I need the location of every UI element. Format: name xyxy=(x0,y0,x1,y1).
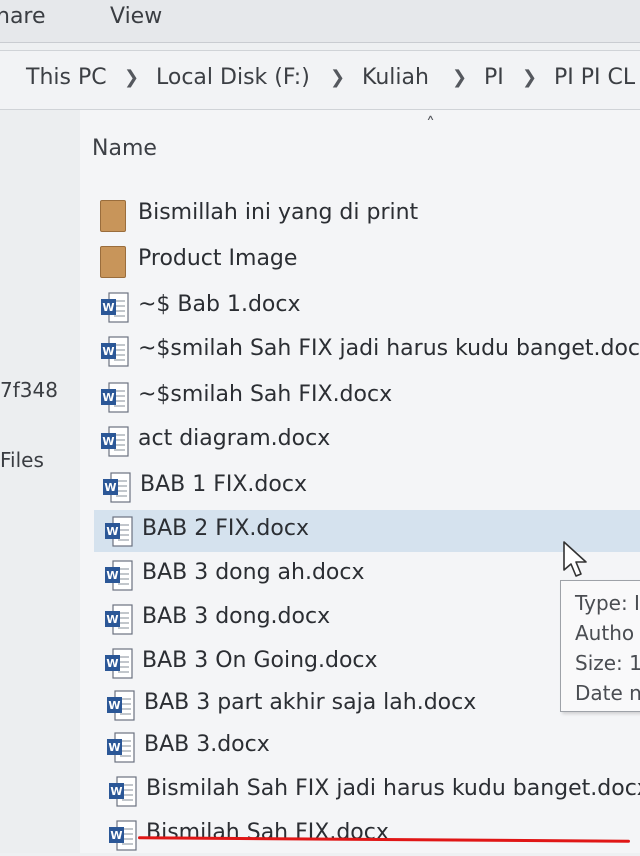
file-name-label: ~$smilah Sah FIX jadi harus kudu banget.… xyxy=(138,336,640,361)
word-document-icon: W xyxy=(104,648,134,680)
word-document-icon: W xyxy=(106,732,136,764)
file-name-label: BAB 3 dong.docx xyxy=(142,604,331,629)
mouse-cursor-icon xyxy=(563,541,587,577)
folder-row[interactable]: Bismillah ini yang di print xyxy=(98,194,640,236)
file-name-label: Bismilah Sah FIX jadi harus kudu banget.… xyxy=(146,776,640,801)
svg-text:W: W xyxy=(108,699,120,712)
word-document-icon: W xyxy=(104,604,134,636)
navigation-pane: 7f348 Files xyxy=(0,110,80,853)
folder-icon xyxy=(100,246,130,278)
file-list-pane: ˄ Name Bismillah ini yang di print Produc… xyxy=(80,110,640,853)
file-row[interactable]: W BAB 3 part akhir saja lah.docx xyxy=(98,684,640,726)
chevron-right-icon[interactable]: ❯ xyxy=(452,67,467,88)
folder-icon xyxy=(100,200,130,232)
address-bar[interactable]: This PC ❯ Local Disk (F:) ❯ Kuliah ❯ PI … xyxy=(0,50,640,110)
svg-text:W: W xyxy=(106,569,118,582)
file-tooltip: Type: I Autho Size: 1 Date n xyxy=(560,580,640,712)
svg-text:W: W xyxy=(110,785,122,798)
breadcrumb-local-disk[interactable]: Local Disk (F:) xyxy=(156,65,310,90)
file-name-label: Product Image xyxy=(138,246,298,271)
file-row[interactable]: W BAB 1 FIX.docx xyxy=(98,466,640,508)
breadcrumb-this-pc[interactable]: This PC xyxy=(26,65,107,90)
file-row[interactable]: W BAB 2 FIX.docx xyxy=(94,510,640,552)
tooltip-line: Date n xyxy=(575,681,640,705)
column-header-name[interactable]: Name xyxy=(92,136,157,161)
file-row[interactable]: W BAB 3 On Going.docx xyxy=(98,642,640,684)
file-name-label: BAB 3 part akhir saja lah.docx xyxy=(144,690,477,715)
ribbon: hare View xyxy=(0,0,640,43)
svg-text:W: W xyxy=(102,435,114,448)
svg-text:W: W xyxy=(106,525,118,538)
tooltip-line: Autho xyxy=(575,621,635,645)
svg-text:W: W xyxy=(102,345,114,358)
word-document-icon: W xyxy=(102,472,132,504)
breadcrumb-pi-pi-cl[interactable]: PI PI CL xyxy=(554,65,635,90)
svg-text:W: W xyxy=(106,657,118,670)
folder-row[interactable]: Product Image xyxy=(98,240,640,282)
chevron-right-icon[interactable]: ❯ xyxy=(330,67,345,88)
breadcrumb-pi[interactable]: PI xyxy=(484,65,504,90)
svg-text:W: W xyxy=(108,741,120,754)
ribbon-tab-share[interactable]: hare xyxy=(0,4,46,29)
tooltip-line: Size: 1 xyxy=(575,651,640,675)
svg-text:W: W xyxy=(106,613,118,626)
chevron-right-icon[interactable]: ❯ xyxy=(124,67,139,88)
file-row[interactable]: W Bismilah Sah FIX.docx xyxy=(98,814,640,856)
word-document-icon: W xyxy=(104,560,134,592)
file-row[interactable]: Wact diagram.docx xyxy=(98,420,640,462)
svg-text:W: W xyxy=(102,301,114,314)
file-row[interactable]: W BAB 3.docx xyxy=(98,726,640,768)
file-row[interactable]: W ~$smilah Sah FIX.docx xyxy=(98,376,640,418)
file-name-label: BAB 3 dong ah.docx xyxy=(142,560,365,585)
word-document-icon: W xyxy=(104,516,134,548)
sort-ascending-icon: ˄ xyxy=(426,114,435,135)
file-name-label: Bismilah Sah FIX.docx xyxy=(146,820,389,845)
file-name-label: BAB 1 FIX.docx xyxy=(140,472,307,497)
word-document-icon: W xyxy=(108,776,138,808)
file-name-label: BAB 3 On Going.docx xyxy=(142,648,378,673)
file-row[interactable]: W ~$smilah Sah FIX jadi harus kudu banget… xyxy=(98,330,640,372)
file-name-label: ~$ Bab 1.docx xyxy=(138,292,301,317)
breadcrumb-kuliah[interactable]: Kuliah xyxy=(362,65,429,90)
file-name-label: act diagram.docx xyxy=(138,426,331,451)
ribbon-tab-view[interactable]: View xyxy=(110,4,162,29)
file-row[interactable]: W BAB 3 dong.docx xyxy=(98,598,640,640)
file-row[interactable]: W BAB 3 dong ah.docx xyxy=(98,554,640,596)
svg-text:W: W xyxy=(110,829,122,842)
file-row[interactable]: W ~$ Bab 1.docx xyxy=(98,286,640,328)
word-document-icon: W xyxy=(100,292,130,324)
file-name-label: BAB 3.docx xyxy=(144,732,270,757)
file-row[interactable]: W Bismilah Sah FIX jadi harus kudu banget… xyxy=(98,770,640,812)
word-document-icon: W xyxy=(108,820,138,852)
word-document-icon: W xyxy=(100,382,130,414)
word-document-icon: W xyxy=(100,336,130,368)
file-name-label: Bismillah ini yang di print xyxy=(138,200,419,225)
chevron-right-icon[interactable]: ❯ xyxy=(522,67,537,88)
word-document-icon: W xyxy=(106,690,136,722)
svg-text:W: W xyxy=(102,391,114,404)
word-document-icon: W xyxy=(100,426,130,458)
file-name-label: BAB 2 FIX.docx xyxy=(142,516,309,541)
tooltip-line: Type: I xyxy=(575,591,640,615)
file-name-label: ~$smilah Sah FIX.docx xyxy=(138,382,393,407)
svg-text:W: W xyxy=(104,481,116,494)
nav-item[interactable]: Files xyxy=(0,448,44,472)
nav-item[interactable]: 7f348 xyxy=(0,378,58,402)
